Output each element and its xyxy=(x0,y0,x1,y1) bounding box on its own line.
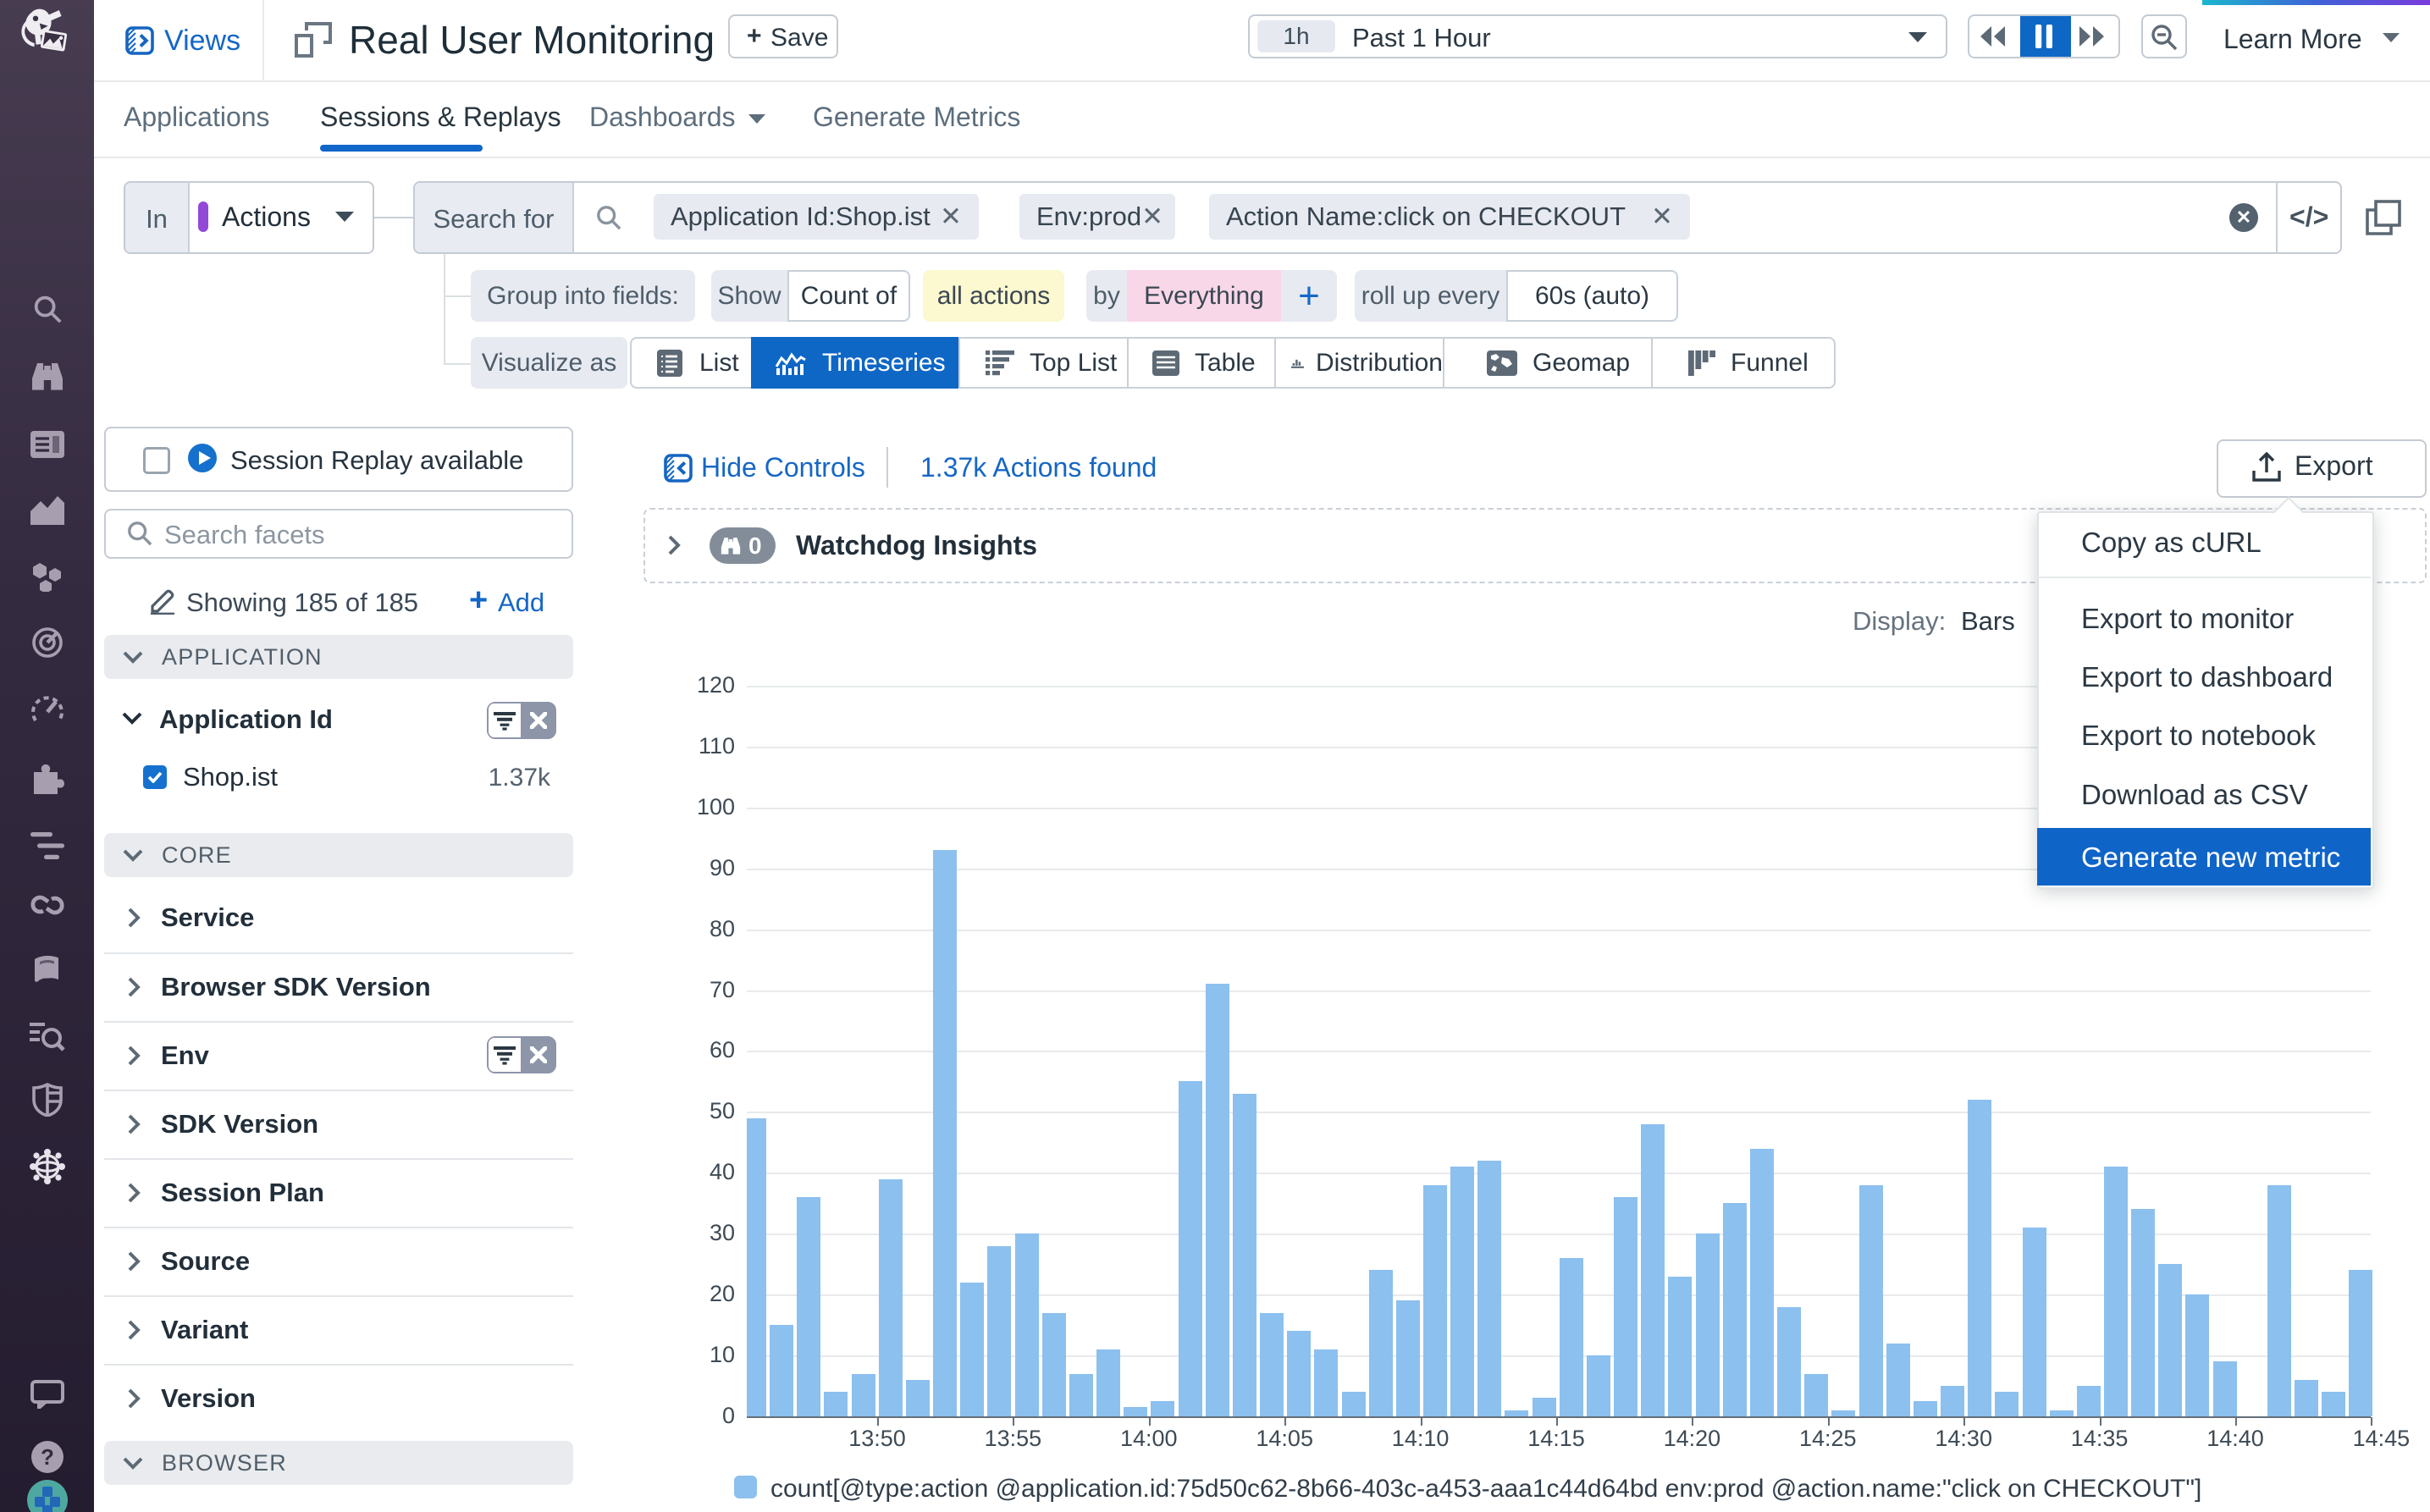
svg-text:?: ? xyxy=(41,1444,54,1470)
